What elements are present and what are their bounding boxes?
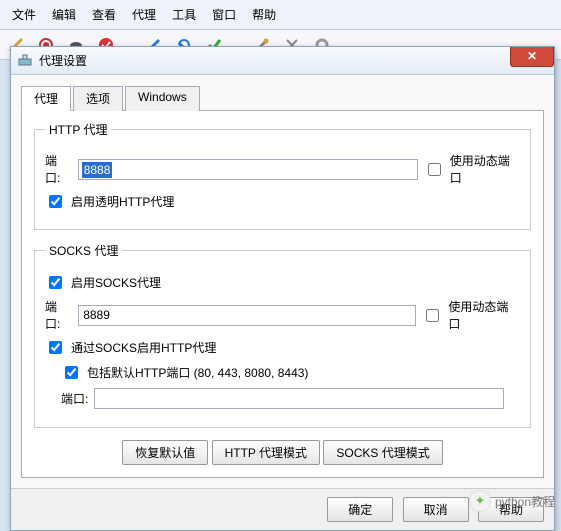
socks-port-input[interactable] — [78, 305, 416, 326]
tab-windows[interactable]: Windows — [125, 86, 200, 111]
wechat-icon: ✦ — [469, 490, 491, 512]
close-button[interactable]: ✕ — [510, 47, 554, 67]
proxy-settings-dialog: 代理设置 ✕ 代理 选项 Windows HTTP 代理 端口: 8888 使用… — [10, 46, 555, 531]
socks-port-label: 端口: — [45, 298, 72, 332]
menu-proxy[interactable]: 代理 — [126, 4, 162, 25]
http-transparent-checkbox[interactable] — [49, 195, 62, 208]
menu-help[interactable]: 帮助 — [246, 4, 282, 25]
socks-http-label: 通过SOCKS启用HTTP代理 — [71, 339, 216, 356]
socks-port3-label: 端口: — [61, 390, 88, 407]
cancel-button[interactable]: 取消 — [403, 497, 469, 522]
http-port-value-selected: 8888 — [82, 162, 113, 178]
dialog-titlebar[interactable]: 代理设置 ✕ — [11, 47, 554, 75]
socks-mode-button[interactable]: SOCKS 代理模式 — [323, 440, 442, 465]
http-port-input[interactable] — [78, 159, 418, 180]
tab-bar: 代理 选项 Windows — [21, 85, 544, 111]
socks-dynamic-port-label: 使用动态端口 — [448, 298, 520, 332]
restore-defaults-button[interactable]: 恢复默认值 — [122, 440, 208, 465]
http-transparent-label: 启用透明HTTP代理 — [71, 193, 174, 210]
watermark-text: python教程 — [495, 493, 555, 510]
http-proxy-group: HTTP 代理 端口: 8888 使用动态端口 启用透明HTTP代理 — [34, 121, 531, 230]
watermark: ✦ python教程 — [469, 490, 555, 512]
menu-file[interactable]: 文件 — [6, 4, 42, 25]
tab-options[interactable]: 选项 — [73, 86, 123, 111]
http-dynamic-port-label: 使用动态端口 — [450, 152, 520, 186]
http-proxy-legend: HTTP 代理 — [45, 121, 111, 138]
socks-enable-label: 启用SOCKS代理 — [71, 274, 161, 291]
include-default-ports-checkbox[interactable] — [65, 366, 78, 379]
menu-bar: 文件 编辑 查看 代理 工具 窗口 帮助 — [0, 0, 561, 30]
menu-tools[interactable]: 工具 — [166, 4, 202, 25]
http-dynamic-port-checkbox[interactable] — [428, 163, 441, 176]
socks-port3-input[interactable] — [94, 388, 504, 409]
dialog-title: 代理设置 — [39, 52, 87, 69]
socks-dynamic-port-checkbox[interactable] — [426, 309, 439, 322]
http-mode-button[interactable]: HTTP 代理模式 — [212, 440, 320, 465]
socks-http-checkbox[interactable] — [49, 341, 62, 354]
socks-enable-checkbox[interactable] — [49, 276, 62, 289]
menu-view[interactable]: 查看 — [86, 4, 122, 25]
socks-proxy-legend: SOCKS 代理 — [45, 242, 122, 259]
tab-panel-proxy: HTTP 代理 端口: 8888 使用动态端口 启用透明HTTP代理 SOCKS… — [21, 111, 544, 478]
dialog-content: 代理 选项 Windows HTTP 代理 端口: 8888 使用动态端口 — [11, 75, 554, 488]
include-default-ports-label: 包括默认HTTP端口 (80, 443, 8080, 8443) — [87, 364, 308, 381]
http-port-label: 端口: — [45, 152, 72, 186]
socks-proxy-group: SOCKS 代理 启用SOCKS代理 端口: 使用动态端口 通过SOCKS启用H… — [34, 242, 531, 428]
tab-proxy[interactable]: 代理 — [21, 86, 71, 111]
dialog-icon — [17, 53, 33, 69]
menu-edit[interactable]: 编辑 — [46, 4, 82, 25]
mode-button-row: 恢复默认值 HTTP 代理模式 SOCKS 代理模式 — [34, 440, 531, 465]
ok-button[interactable]: 确定 — [327, 497, 393, 522]
menu-window[interactable]: 窗口 — [206, 4, 242, 25]
